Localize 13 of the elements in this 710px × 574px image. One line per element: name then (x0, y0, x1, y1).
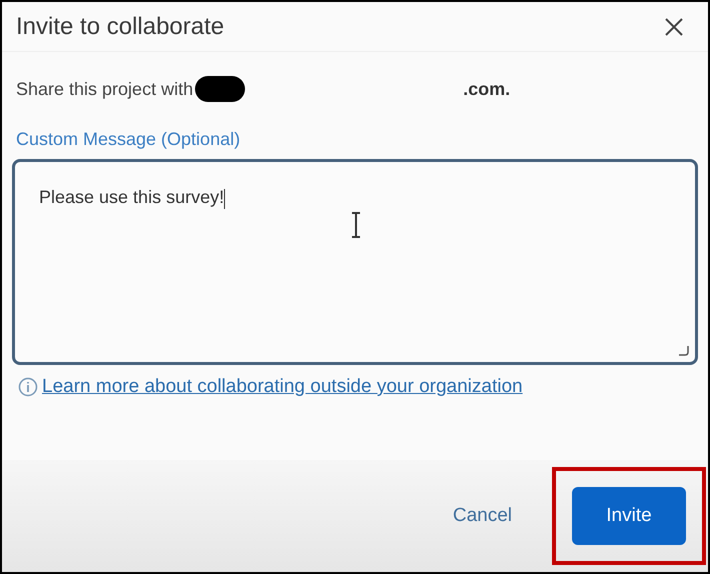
resize-handle-icon[interactable] (677, 344, 689, 356)
share-text: Share this project with (16, 78, 194, 101)
text-caret (224, 188, 226, 209)
email-domain: .com. (463, 78, 510, 100)
help-link[interactable]: Learn more about collaborating outside your organization (42, 373, 523, 402)
dialog-title: Invite to collaborate (16, 12, 224, 42)
message-field[interactable]: Please use this survey! (12, 159, 698, 365)
info-icon (18, 377, 38, 398)
message-text: Please use this survey! (39, 187, 224, 207)
cancel-button[interactable]: Cancel (452, 502, 512, 530)
text-cursor-icon (350, 212, 362, 238)
field-label: Custom Message (Optional) (15, 128, 242, 151)
invite-button[interactable]: Invite (572, 487, 686, 545)
